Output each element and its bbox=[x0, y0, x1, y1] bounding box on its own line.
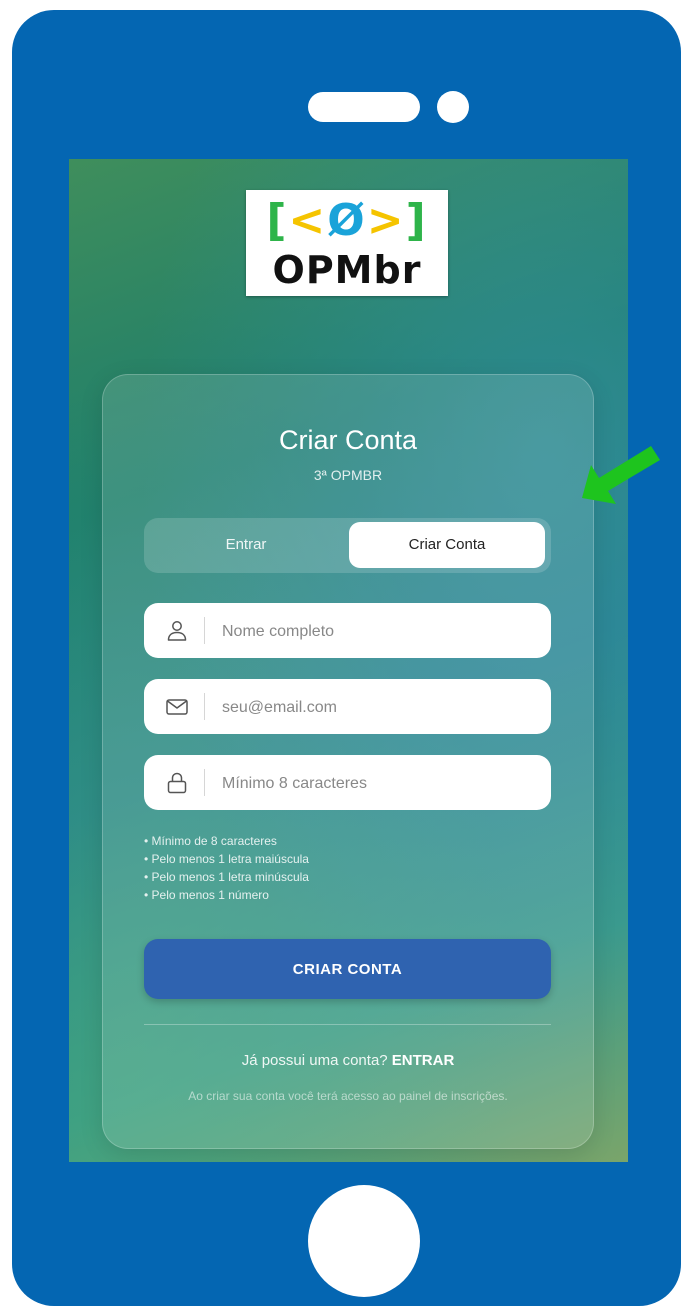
password-rule: Mínimo de 8 caracteres bbox=[144, 832, 564, 850]
name-field bbox=[144, 603, 551, 660]
logo-symbol-row: [<Ø>] bbox=[266, 195, 428, 246]
phone-home-button bbox=[308, 1185, 420, 1297]
field-separator bbox=[204, 693, 205, 720]
login-link[interactable]: ENTRAR bbox=[392, 1052, 455, 1069]
password-rule: Pelo menos 1 número bbox=[144, 886, 564, 904]
password-field bbox=[144, 755, 551, 812]
login-prompt-text: Já possui uma conta? bbox=[241, 1052, 388, 1069]
lock-icon bbox=[164, 770, 190, 796]
card-subtitle: 3ª OPMBR bbox=[313, 467, 383, 483]
password-input[interactable] bbox=[220, 755, 534, 812]
signup-card: Criar Conta 3ª OPMBR Entrar Criar Conta bbox=[102, 374, 594, 1149]
name-input[interactable] bbox=[220, 603, 534, 660]
login-prompt: Já possui uma conta? ENTRAR bbox=[103, 1052, 593, 1069]
tab-signup[interactable]: Criar Conta bbox=[349, 522, 545, 568]
password-rules: Mínimo de 8 caracteres Pelo menos 1 letr… bbox=[144, 832, 564, 904]
auth-tabs: Entrar Criar Conta bbox=[144, 518, 551, 573]
divider bbox=[144, 1024, 551, 1025]
pointer-arrow-icon bbox=[582, 446, 660, 504]
card-title: Criar Conta bbox=[278, 425, 418, 455]
app-screen: [<Ø>] OPMbr Criar Conta 3ª OPMBR Entrar … bbox=[69, 159, 628, 1162]
password-rule: Pelo menos 1 letra maiúscula bbox=[144, 850, 564, 868]
user-icon bbox=[164, 618, 190, 644]
envelope-icon bbox=[164, 694, 190, 720]
password-rule: Pelo menos 1 letra minúscula bbox=[144, 868, 564, 886]
phone-camera bbox=[437, 91, 469, 123]
email-input[interactable] bbox=[220, 679, 534, 736]
tab-login[interactable]: Entrar bbox=[148, 522, 344, 568]
phone-speaker bbox=[308, 92, 420, 122]
footer-note: Ao criar sua conta você terá acesso ao p… bbox=[188, 1089, 508, 1103]
field-separator bbox=[204, 769, 205, 796]
create-account-button[interactable]: CRIAR CONTA bbox=[144, 939, 551, 999]
logo-wordmark: OPMbr bbox=[272, 248, 422, 292]
email-field bbox=[144, 679, 551, 736]
opmbr-logo: [<Ø>] OPMbr bbox=[246, 190, 448, 296]
field-separator bbox=[204, 617, 205, 644]
